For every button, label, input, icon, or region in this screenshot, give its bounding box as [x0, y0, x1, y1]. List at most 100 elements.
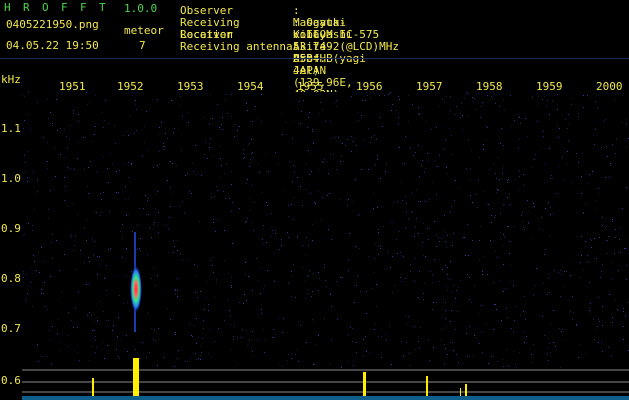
noise-pixel — [355, 179, 356, 180]
meteor-label: meteor — [124, 24, 164, 37]
noise-pixel — [210, 94, 211, 95]
noise-pixel — [549, 114, 550, 115]
noise-pixel — [589, 310, 590, 311]
noise-pixel — [175, 290, 176, 291]
noise-pixel — [487, 95, 488, 96]
noise-pixel — [139, 358, 140, 359]
noise-pixel — [391, 364, 392, 365]
noise-pixel — [203, 320, 204, 321]
noise-pixel — [196, 343, 197, 344]
noise-pixel — [59, 341, 60, 342]
noise-pixel — [22, 95, 23, 96]
noise-pixel — [615, 229, 616, 230]
noise-pixel — [559, 166, 560, 167]
noise-pixel — [94, 322, 95, 323]
noise-pixel — [602, 325, 603, 326]
noise-pixel — [557, 109, 558, 110]
noise-pixel — [86, 92, 87, 93]
noise-pixel — [89, 360, 90, 361]
noise-pixel — [623, 339, 624, 340]
noise-pixel — [519, 176, 520, 177]
noise-pixel — [338, 137, 339, 138]
noise-pixel — [466, 333, 467, 334]
noise-pixel — [25, 301, 26, 302]
noise-pixel — [224, 320, 225, 321]
noise-pixel — [37, 102, 38, 103]
noise-pixel — [97, 320, 98, 321]
noise-pixel — [366, 313, 367, 314]
noise-pixel — [378, 246, 379, 247]
noise-pixel — [445, 139, 446, 140]
noise-pixel — [623, 326, 624, 327]
noise-pixel — [95, 126, 96, 127]
noise-pixel — [233, 336, 234, 337]
noise-pixel — [247, 218, 248, 219]
noise-pixel — [210, 138, 211, 139]
noise-pixel — [94, 134, 95, 135]
noise-pixel — [73, 327, 74, 328]
noise-pixel — [274, 281, 275, 282]
noise-pixel — [455, 298, 456, 299]
noise-pixel — [50, 190, 51, 191]
noise-pixel — [434, 259, 435, 260]
noise-pixel — [126, 248, 127, 249]
noise-pixel — [303, 100, 304, 101]
noise-pixel — [223, 191, 224, 192]
noise-pixel — [599, 237, 600, 238]
noise-pixel — [234, 326, 235, 327]
noise-pixel — [231, 94, 232, 95]
noise-pixel — [125, 199, 126, 200]
noise-pixel — [543, 131, 544, 132]
noise-pixel — [538, 105, 539, 106]
noise-pixel — [520, 123, 521, 124]
noise-pixel — [27, 181, 28, 182]
noise-pixel — [155, 208, 156, 209]
noise-pixel — [258, 280, 259, 281]
noise-pixel — [292, 182, 293, 183]
noise-pixel — [217, 190, 218, 191]
noise-pixel — [205, 297, 206, 298]
noise-pixel — [116, 171, 117, 172]
noise-pixel — [32, 230, 33, 231]
noise-pixel — [67, 205, 68, 206]
noise-pixel — [73, 113, 74, 114]
noise-pixel — [86, 219, 87, 220]
noise-pixel — [611, 278, 612, 279]
noise-pixel — [78, 291, 79, 292]
noise-pixel — [87, 186, 88, 187]
noise-pixel — [490, 240, 491, 241]
noise-pixel — [204, 154, 205, 155]
noise-pixel — [200, 346, 201, 347]
noise-pixel — [182, 201, 183, 202]
noise-pixel — [614, 100, 615, 101]
noise-pixel — [451, 206, 452, 207]
noise-pixel — [243, 158, 244, 159]
noise-pixel — [532, 97, 533, 98]
noise-pixel — [107, 345, 108, 346]
noise-pixel — [168, 102, 169, 103]
noise-pixel — [126, 335, 127, 336]
noise-pixel — [425, 168, 426, 169]
noise-pixel — [470, 195, 471, 196]
noise-pixel — [580, 262, 581, 263]
noise-pixel — [578, 162, 579, 163]
noise-pixel — [456, 354, 457, 355]
noise-pixel — [544, 254, 545, 255]
file-datetime: 04.05.22 19:50 — [6, 39, 99, 52]
noise-pixel — [331, 306, 332, 307]
noise-pixel — [373, 208, 374, 209]
noise-pixel — [510, 204, 511, 205]
noise-pixel — [363, 140, 364, 141]
noise-pixel — [576, 212, 577, 213]
noise-pixel — [524, 229, 525, 230]
noise-pixel — [444, 102, 445, 103]
noise-pixel — [453, 285, 454, 286]
noise-pixel — [612, 221, 613, 222]
noise-pixel — [113, 325, 114, 326]
noise-pixel — [465, 255, 466, 256]
noise-pixel — [288, 354, 289, 355]
noise-pixel — [480, 117, 481, 118]
noise-pixel — [436, 235, 437, 236]
noise-pixel — [89, 261, 90, 262]
noise-pixel — [126, 131, 127, 132]
